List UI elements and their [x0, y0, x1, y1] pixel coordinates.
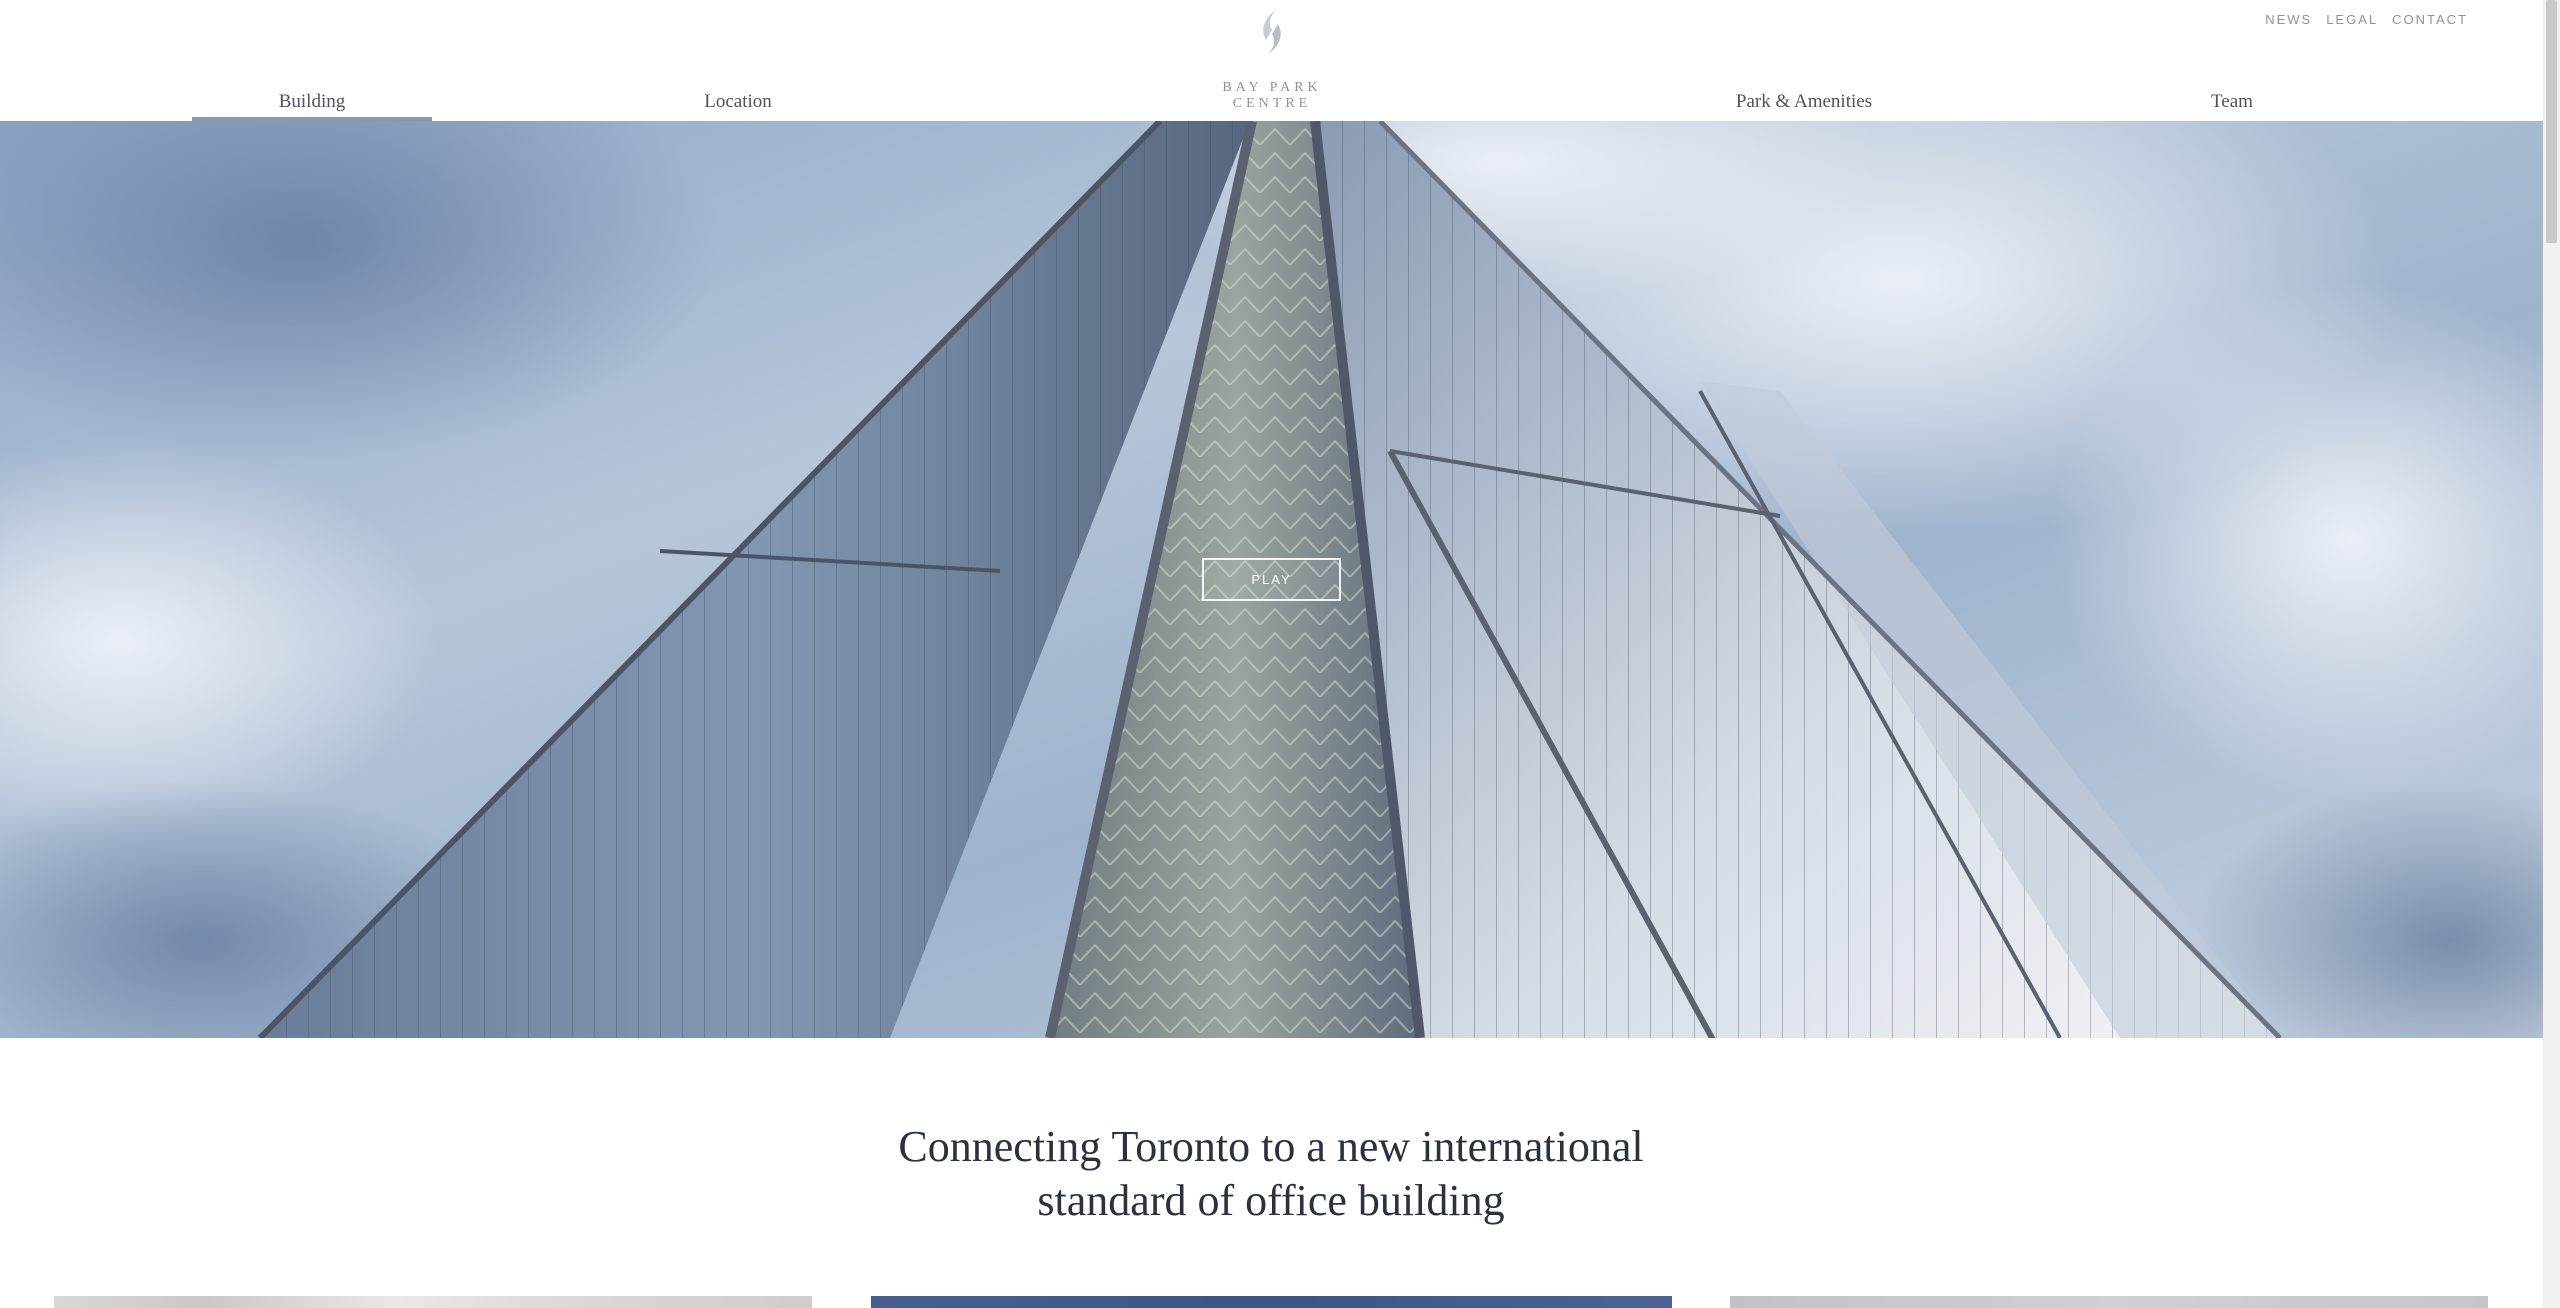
scrollbar-thumb[interactable] — [2546, 0, 2557, 243]
nav-item-park-amenities[interactable]: Park & Amenities — [1684, 90, 1924, 114]
feature-card-3[interactable] — [1730, 1296, 2488, 1308]
active-nav-indicator — [192, 117, 432, 121]
logo-text: BAY PARK CENTRE — [1222, 80, 1322, 111]
leaf-logo-icon — [1263, 10, 1281, 54]
intro-heading: Connecting Toronto to a new internationa… — [771, 1120, 1771, 1228]
intro-heading-line-2: standard of office building — [1037, 1176, 1505, 1225]
nav-item-building[interactable]: Building — [192, 90, 432, 114]
nav-item-team[interactable]: Team — [2112, 90, 2352, 114]
nav-item-location[interactable]: Location — [618, 90, 858, 114]
play-button[interactable]: PLAY — [1202, 558, 1341, 601]
util-link-contact[interactable]: CONTACT — [2392, 12, 2468, 28]
logo-link[interactable]: BAY PARK CENTRE — [1184, 8, 1360, 111]
feature-card-1[interactable] — [54, 1296, 812, 1308]
feature-card-2[interactable] — [871, 1296, 1672, 1308]
util-link-legal[interactable]: LEGAL — [2326, 12, 2378, 28]
utility-nav: NEWS LEGAL CONTACT — [2265, 12, 2468, 28]
hero-video[interactable]: PLAY — [0, 121, 2543, 1038]
util-link-news[interactable]: NEWS — [2265, 12, 2312, 28]
site-header: BAY PARK CENTRE NEWS LEGAL CONTACT Build… — [0, 0, 2543, 121]
intro-section: Connecting Toronto to a new internationa… — [0, 1038, 2543, 1308]
page-scrollbar[interactable] — [2543, 0, 2560, 1308]
intro-heading-line-1: Connecting Toronto to a new internationa… — [898, 1122, 1644, 1171]
